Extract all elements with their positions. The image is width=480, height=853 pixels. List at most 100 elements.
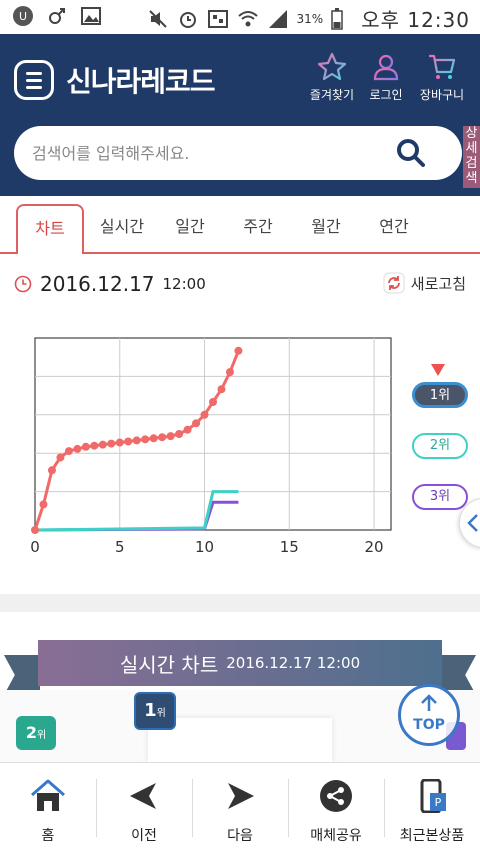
nav-recent[interactable]: P 최근본상품 xyxy=(384,763,480,853)
tab-yearly[interactable]: 연간 xyxy=(360,204,428,252)
legend-rank-3-button[interactable]: 3위 xyxy=(412,484,468,510)
data-point xyxy=(81,442,90,451)
search-input[interactable] xyxy=(32,126,372,180)
nav-back-label: 이전 xyxy=(131,828,157,844)
clock: 오후 12:30 xyxy=(361,8,470,32)
search-icon[interactable] xyxy=(396,138,426,168)
nav-forward[interactable]: 다음 xyxy=(192,763,288,853)
rank-2-badge[interactable]: 2위 xyxy=(16,716,56,750)
data-point xyxy=(115,438,124,447)
image-icon xyxy=(80,5,102,27)
app-notification-icon: U xyxy=(12,5,34,27)
scroll-top-label: TOP xyxy=(413,717,445,733)
menu-button[interactable] xyxy=(14,60,54,100)
qr-icon xyxy=(207,8,229,30)
scroll-top-button[interactable]: TOP xyxy=(398,684,460,746)
star-icon xyxy=(317,52,347,81)
nav-share[interactable]: 매체공유 xyxy=(288,763,384,853)
data-point xyxy=(234,346,243,355)
data-point xyxy=(90,441,99,450)
nav-share-label: 매체공유 xyxy=(310,828,362,844)
male-icon xyxy=(46,5,68,27)
data-point xyxy=(192,419,201,428)
arrow-up-icon xyxy=(421,694,437,711)
data-point xyxy=(149,434,158,443)
home-icon xyxy=(31,779,65,811)
tab-realtime[interactable]: 실시간 xyxy=(88,204,156,252)
selected-indicator-icon xyxy=(431,364,445,376)
forward-arrow-icon xyxy=(228,783,254,809)
nav-home[interactable]: 홈 xyxy=(0,763,96,853)
data-point xyxy=(217,385,226,394)
legend-rank-2-button[interactable]: 2위 xyxy=(412,433,468,459)
chart-date: 2016.12.17 xyxy=(40,272,155,296)
cart-button[interactable]: 장바구니 xyxy=(412,52,472,103)
signal-icon xyxy=(267,8,289,30)
realtime-chart: 0 5 10 15 20 xyxy=(0,320,480,580)
chart-time: 12:00 xyxy=(162,275,206,293)
data-point xyxy=(200,410,209,419)
tab-monthly[interactable]: 월간 xyxy=(292,204,360,252)
login-button[interactable]: 로그인 xyxy=(356,52,416,103)
nav-back[interactable]: 이전 xyxy=(96,763,192,853)
tab-chart[interactable]: 차트 xyxy=(16,204,84,254)
section-divider xyxy=(0,594,480,612)
svg-text:P: P xyxy=(435,796,442,809)
tab-weekly[interactable]: 주간 xyxy=(224,204,292,252)
login-label: 로그인 xyxy=(369,88,403,102)
favorites-button[interactable]: 즐겨찾기 xyxy=(302,52,362,103)
x-tick-label: 5 xyxy=(115,538,125,556)
status-bar: U 31% 오후 12:30 xyxy=(0,0,480,34)
rank-1-suffix: 위 xyxy=(156,708,166,719)
data-point xyxy=(166,432,175,441)
rank-2-suffix: 위 xyxy=(36,730,47,741)
refresh-label: 새로고침 xyxy=(410,274,466,293)
user-icon xyxy=(373,54,399,81)
data-point xyxy=(31,526,39,534)
recent-items-icon: P xyxy=(420,779,446,813)
rank-1-badge[interactable]: 1위 xyxy=(134,692,176,730)
svg-text:U: U xyxy=(19,10,27,23)
favorites-label: 즐겨찾기 xyxy=(309,88,355,102)
alarm-icon xyxy=(177,8,199,30)
data-point xyxy=(183,425,192,434)
advanced-search-button[interactable]: 상세검색 xyxy=(463,126,480,188)
banner-title: 실시간 차트 xyxy=(119,652,219,677)
share-icon xyxy=(320,780,352,812)
data-point xyxy=(124,437,133,446)
nav-home-label: 홈 xyxy=(41,828,55,844)
data-point xyxy=(56,453,65,462)
bottom-navigation: 홈 이전 다음 매체공유 P 최근본상품 xyxy=(0,762,480,853)
legend-rank-1-button[interactable]: 1위 xyxy=(412,382,468,408)
data-point xyxy=(64,447,73,456)
tab-daily[interactable]: 일간 xyxy=(156,204,224,252)
battery-percent: 31% xyxy=(296,11,324,26)
data-point xyxy=(175,430,184,438)
brand-logo[interactable]: 신나라레코드 xyxy=(66,60,216,100)
data-point xyxy=(47,466,56,475)
nav-forward-label: 다음 xyxy=(227,828,253,844)
chevron-left-icon xyxy=(467,514,478,532)
header: 신나라레코드 즐겨찾기 로그인 장바구니 상세검색 xyxy=(0,34,480,196)
data-point xyxy=(141,435,150,444)
x-tick-label: 10 xyxy=(195,538,214,556)
data-point xyxy=(209,398,217,406)
refresh-button[interactable]: 새로고침 xyxy=(383,272,466,294)
x-tick-label: 15 xyxy=(280,538,299,556)
data-point xyxy=(73,444,82,453)
back-arrow-icon xyxy=(130,783,156,809)
x-tick-label: 20 xyxy=(365,538,384,556)
cart-icon xyxy=(429,54,456,79)
refresh-icon xyxy=(383,272,405,294)
chart-date-row: 2016.12.17 12:00 xyxy=(14,270,206,298)
data-point xyxy=(132,436,141,445)
data-point xyxy=(98,440,107,449)
search-bar xyxy=(14,126,462,180)
ribbon-left xyxy=(4,655,40,695)
wifi-icon xyxy=(237,8,259,30)
data-point xyxy=(39,500,48,509)
cart-label: 장바구니 xyxy=(419,88,465,102)
data-point xyxy=(158,433,167,442)
chart-period-tabs: 차트 실시간 일간 주간 월간 연간 xyxy=(0,204,480,254)
realtime-chart-banner: 실시간 차트 2016.12.17 12:00 xyxy=(38,640,442,686)
